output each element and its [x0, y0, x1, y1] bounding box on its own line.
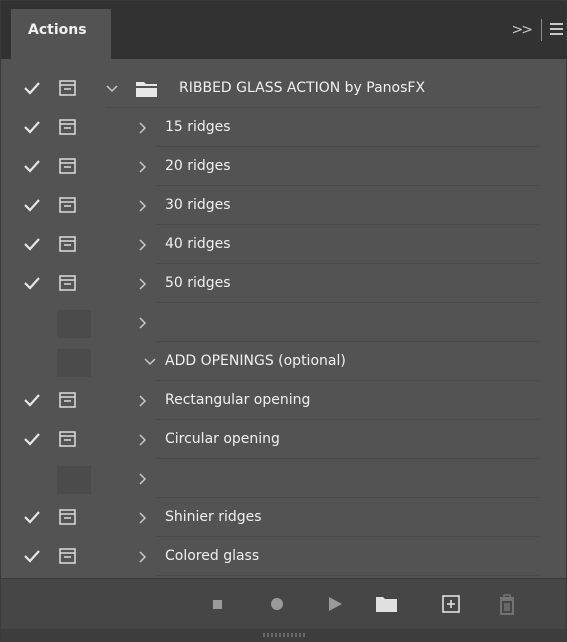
action-row[interactable]	[1, 303, 566, 342]
row-divider	[106, 69, 539, 108]
panel-resize-strip[interactable]	[1, 629, 566, 641]
chevron-right-icon[interactable]	[135, 159, 149, 175]
chevron-right-icon[interactable]	[135, 549, 149, 565]
toggle-item-check-icon[interactable]	[23, 393, 41, 407]
action-row[interactable]: Colored glass	[1, 537, 566, 576]
action-row[interactable]: 40 ridges	[1, 225, 566, 264]
toggle-item-check-icon[interactable]	[23, 237, 41, 251]
chevron-right-icon[interactable]	[135, 393, 149, 409]
toggle-dialog-empty[interactable]	[57, 466, 91, 494]
actions-panel: Actions >> RIBBED GLASS ACTION by PanosF…	[0, 0, 567, 642]
toggle-dialog-icon[interactable]	[59, 158, 77, 175]
chevron-right-icon[interactable]	[135, 198, 149, 214]
chevron-down-icon[interactable]	[143, 354, 157, 370]
chevron-right-icon[interactable]	[135, 120, 149, 136]
toggle-dialog-icon[interactable]	[59, 548, 77, 565]
resize-grip-icon[interactable]	[263, 633, 305, 637]
new-action-icon[interactable]	[441, 594, 461, 614]
toggle-dialog-icon[interactable]	[59, 197, 77, 214]
toggle-dialog-icon[interactable]	[59, 119, 77, 136]
panel-controls: >>	[506, 9, 566, 59]
row-divider	[156, 459, 539, 498]
new-set-folder-icon[interactable]	[375, 594, 397, 614]
toggle-dialog-icon[interactable]	[59, 509, 77, 526]
row-divider	[156, 420, 539, 459]
toggle-dialog-icon[interactable]	[59, 431, 77, 448]
hamburger-menu-icon[interactable]	[548, 9, 566, 51]
toggle-item-check-icon[interactable]	[23, 120, 41, 134]
stop-icon[interactable]	[207, 594, 227, 614]
toggle-dialog-icon[interactable]	[59, 275, 77, 292]
row-divider	[156, 381, 539, 420]
toggle-item-check-icon[interactable]	[23, 198, 41, 212]
action-row[interactable]: Circular opening	[1, 420, 566, 459]
toggle-dialog-icon[interactable]	[59, 236, 77, 253]
toggle-dialog-icon[interactable]	[59, 392, 77, 409]
action-row[interactable]: ADD OPENINGS (optional)	[1, 342, 566, 381]
collapse-panel-button[interactable]: >>	[506, 9, 537, 51]
panel-tab-bar: Actions >>	[1, 1, 566, 59]
action-row[interactable]: 50 ridges	[1, 264, 566, 303]
row-divider	[156, 264, 539, 303]
row-divider	[156, 147, 539, 186]
chevron-right-icon[interactable]	[135, 315, 149, 331]
chevron-right-icon[interactable]	[135, 432, 149, 448]
toggle-item-check-icon[interactable]	[23, 159, 41, 173]
row-divider	[156, 225, 539, 264]
actions-toolbar	[1, 578, 566, 629]
panel-controls-divider	[541, 19, 542, 41]
toggle-item-check-icon[interactable]	[23, 510, 41, 524]
action-row[interactable]: 20 ridges	[1, 147, 566, 186]
row-divider	[156, 537, 539, 576]
action-row[interactable]: 30 ridges	[1, 186, 566, 225]
delete-trash-icon[interactable]	[497, 594, 517, 615]
action-row[interactable]: Rectangular opening	[1, 381, 566, 420]
action-row[interactable]: 15 ridges	[1, 108, 566, 147]
action-row[interactable]	[1, 459, 566, 498]
toggle-dialog-icon[interactable]	[59, 80, 77, 97]
row-divider	[156, 303, 539, 342]
actions-list: RIBBED GLASS ACTION by PanosFX 15 ridges…	[1, 69, 566, 576]
action-row[interactable]: Shinier ridges	[1, 498, 566, 537]
toggle-item-check-icon[interactable]	[23, 276, 41, 290]
toggle-item-check-icon[interactable]	[23, 549, 41, 563]
toggle-item-check-icon[interactable]	[23, 432, 41, 446]
chevron-right-icon[interactable]	[135, 276, 149, 292]
chevron-right-icon[interactable]	[135, 237, 149, 253]
row-divider	[156, 498, 539, 537]
toggle-item-check-icon[interactable]	[23, 81, 41, 95]
tab-actions[interactable]: Actions	[11, 9, 111, 59]
chevron-right-icon[interactable]	[135, 510, 149, 526]
toggle-dialog-empty[interactable]	[57, 310, 91, 338]
record-icon[interactable]	[267, 594, 287, 614]
row-divider	[156, 342, 539, 381]
row-divider	[156, 108, 539, 147]
play-icon[interactable]	[325, 594, 345, 614]
toggle-dialog-empty[interactable]	[57, 349, 91, 377]
row-divider	[156, 186, 539, 225]
action-set-row[interactable]: RIBBED GLASS ACTION by PanosFX	[1, 69, 566, 108]
chevron-right-icon[interactable]	[135, 471, 149, 487]
